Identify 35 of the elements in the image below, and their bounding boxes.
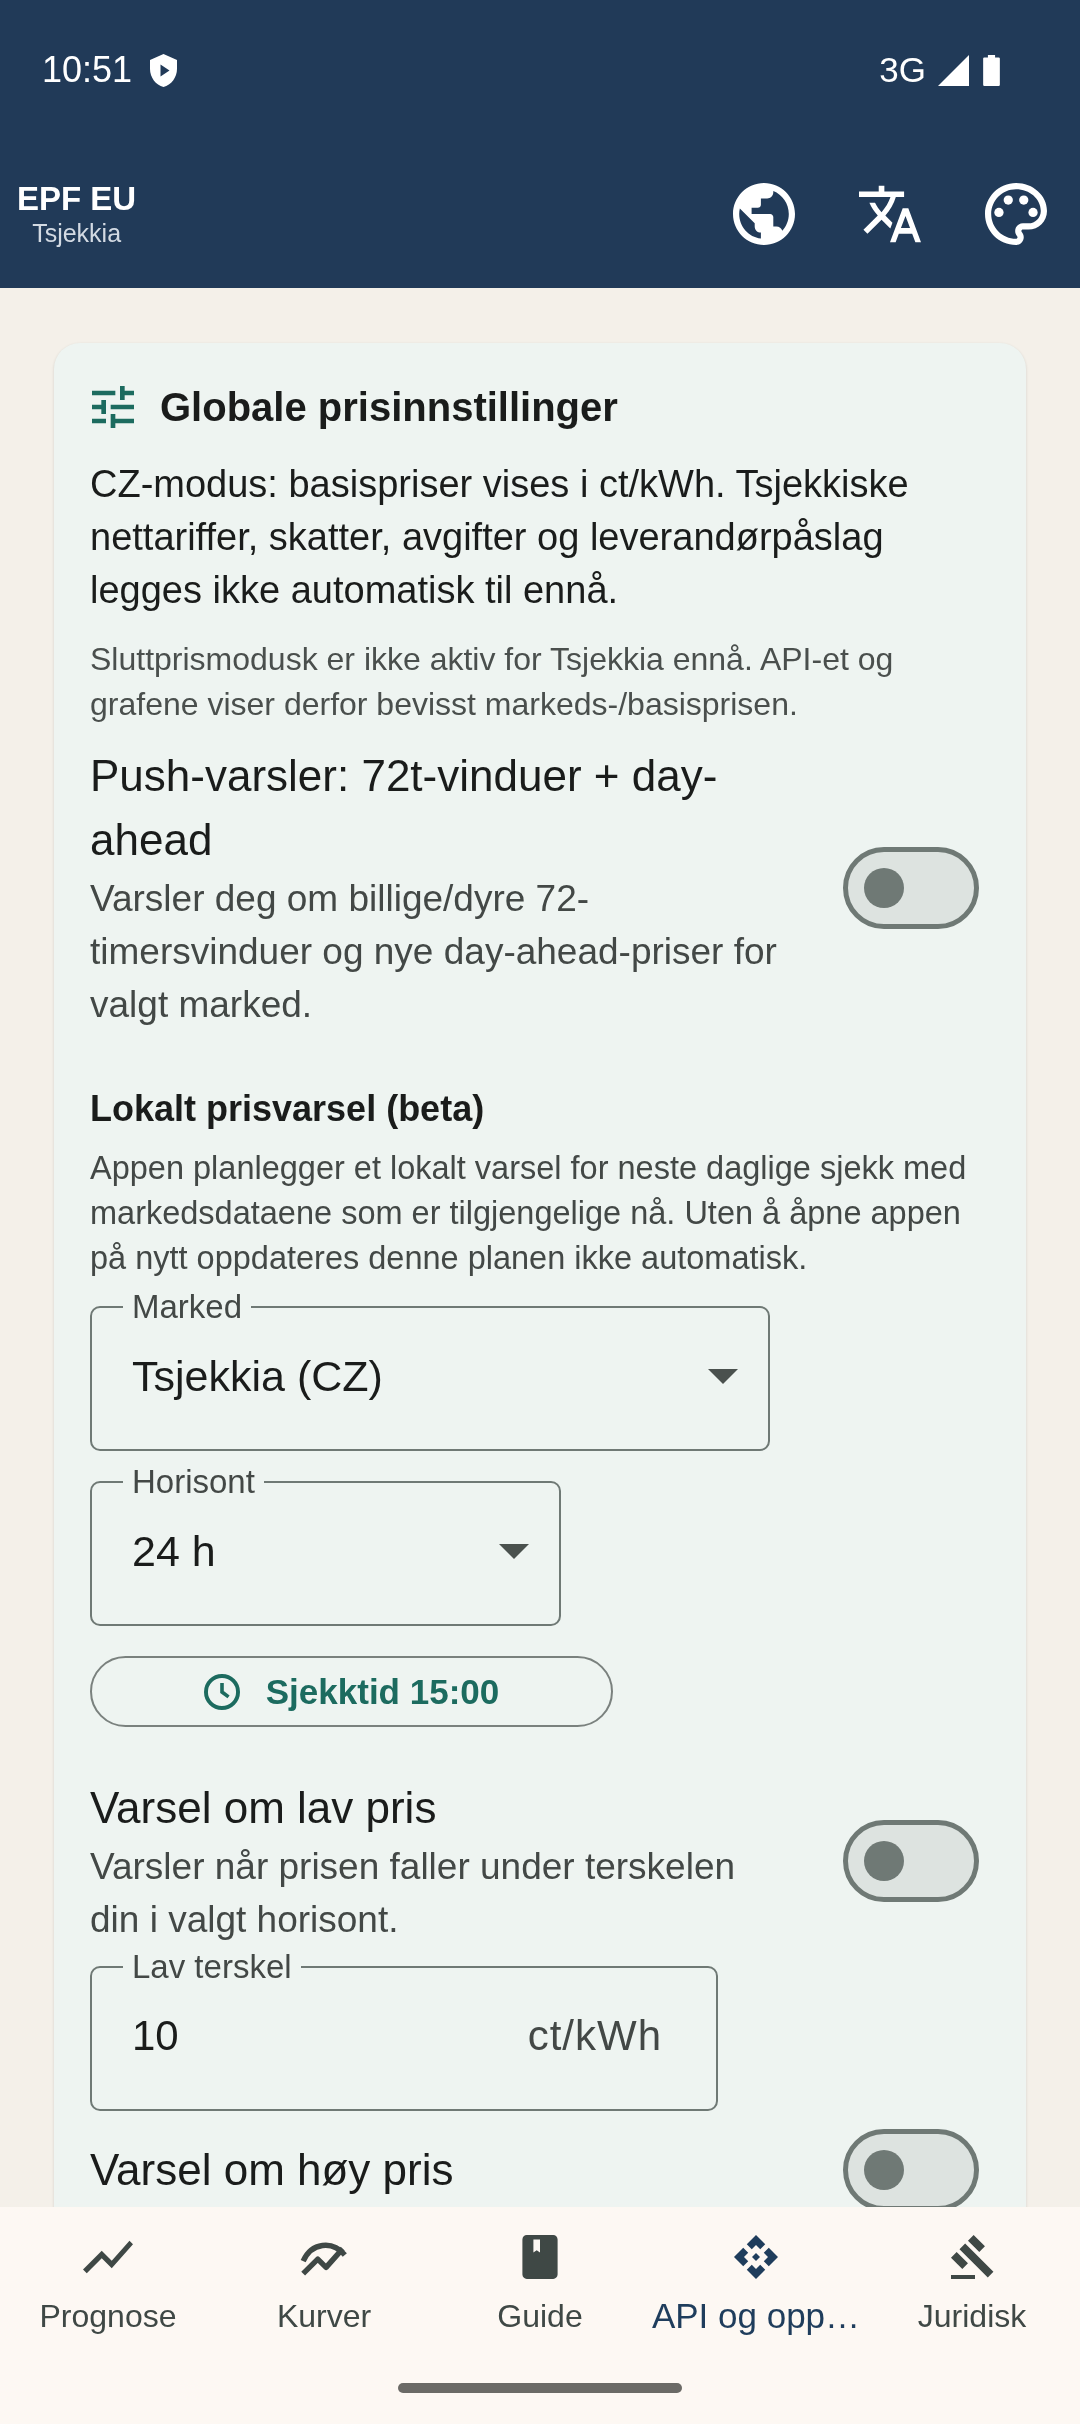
- caret-icon: [499, 1543, 529, 1559]
- app-subtitle: Tsjekkia: [32, 218, 122, 248]
- globe-icon[interactable]: [733, 183, 795, 245]
- setting-title: Varsel om høy pris: [90, 2144, 454, 2196]
- caret-icon: [708, 1368, 738, 1384]
- field-label: Horisont: [131, 1464, 256, 1500]
- app-title: EPF EU: [17, 180, 137, 218]
- translate-icon[interactable]: [859, 183, 921, 245]
- nav-tab[interactable]: API og opp…: [648, 2235, 864, 2337]
- network-type: 3G: [879, 50, 926, 90]
- info-text: CZ-modus: basispriser vises i ct/kWh. Tsjekkiske nettariffer, skatter, avgifter og leverandørpåslag legges ikke automatisk til ennå.: [90, 462, 910, 613]
- setting-title: Push-varsler: 72t-vinduer + day-ahead: [90, 750, 719, 866]
- setting-description: Varsler deg om billige/dyre 72-timersvinduer og nye day-ahead-priser for valgt marked.: [90, 877, 778, 1027]
- battery-icon: [983, 54, 1000, 86]
- field-label: Lav terskel: [131, 1949, 293, 1985]
- status-time: 10:51: [42, 49, 133, 91]
- section-heading: Lokalt prisvarsel (beta): [90, 1087, 485, 1131]
- card-title: Globale prisinnstillinger: [160, 384, 618, 430]
- shield-icon: [150, 53, 178, 87]
- sliders-icon: [92, 386, 134, 428]
- clock-icon: [203, 1673, 240, 1710]
- unit-label: ct/kWh: [527, 2011, 662, 2061]
- note-text: Sluttprismodusk er ikke aktiv for Tsjekkia ennå. API-et og grafene viser derfor bevisst markeds-/basisprisen.: [90, 640, 895, 724]
- field-label: Marked: [131, 1289, 244, 1325]
- nav-tab[interactable]: Kurver: [216, 2235, 432, 2337]
- section-description: Appen planlegger et lokalt varsel for neste daglige sjekk med markedsdataene som er tilgjengelige nå. Uten å åpne appen på nytt oppdateres denne planen ikke automatisk.: [90, 1149, 968, 1278]
- nav-tab[interactable]: Juridisk: [864, 2235, 1080, 2337]
- palette-icon[interactable]: [985, 183, 1047, 245]
- setting-title: Varsel om lav pris: [90, 1782, 437, 1834]
- nav-tab[interactable]: Prognose: [0, 2235, 216, 2337]
- setting-description: Varsler når prisen faller under terskelen din i valgt horisont.: [90, 1845, 737, 1942]
- signal-icon: [938, 54, 969, 86]
- nav-tab[interactable]: Guide: [432, 2235, 648, 2337]
- check-time-button[interactable]: Sjekktid 15:00: [90, 1656, 613, 1727]
- diamond-grid-icon: [731, 2235, 781, 2279]
